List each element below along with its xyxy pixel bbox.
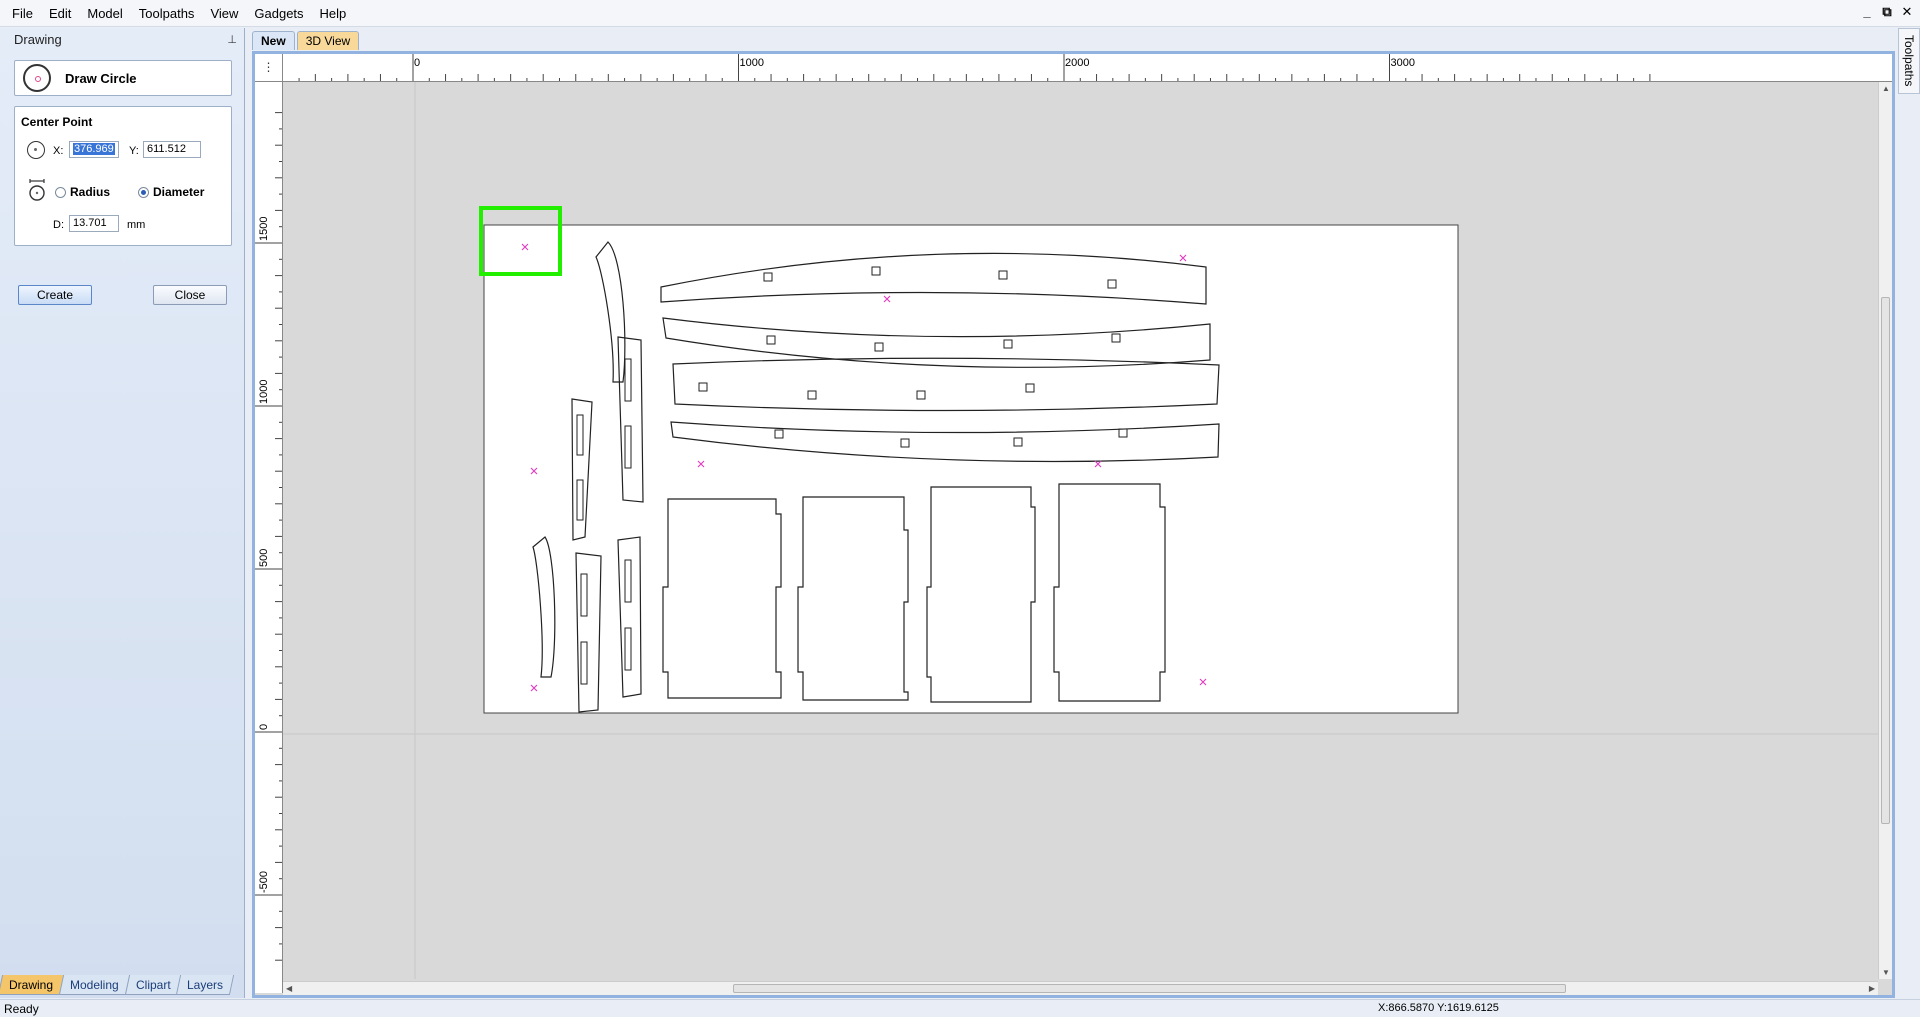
tab-drawing[interactable]: Drawing — [0, 975, 65, 995]
close-window-icon[interactable]: ✕ — [1900, 4, 1914, 20]
diameter-input[interactable]: 13.701 — [69, 215, 119, 232]
ruler-label: 0 — [414, 57, 420, 69]
tab-new[interactable]: New — [252, 31, 295, 50]
tool-title: Draw Circle — [65, 70, 137, 86]
toolpaths-side-tab[interactable]: Toolpaths — [1898, 28, 1920, 94]
drawing-panel: Drawing ⊥ Draw Circle Center Point X: 37… — [0, 28, 245, 998]
unit-label: mm — [127, 219, 146, 231]
horizontal-scroll-thumb[interactable] — [733, 984, 1566, 993]
vertical-scrollbar[interactable]: ▲ ▼ — [1878, 82, 1892, 979]
y-input[interactable]: 611.512 — [143, 141, 201, 158]
ruler-label: 500 — [258, 549, 270, 567]
document-tabs: New 3D View — [252, 31, 360, 51]
x-label: X: — [53, 145, 64, 157]
ruler-label: 2000 — [1065, 57, 1089, 69]
close-button[interactable]: Close — [153, 285, 227, 305]
design-canvas[interactable] — [283, 82, 1878, 979]
menu-edit[interactable]: Edit — [41, 0, 79, 27]
diameter-radio[interactable] — [138, 187, 149, 198]
menu-bar: File Edit Model Toolpaths View Gadgets H… — [0, 0, 1920, 27]
panel-title: Drawing — [14, 31, 62, 47]
cursor-coordinates: X:866.5870 Y:1619.6125 — [1378, 1002, 1499, 1014]
radius-diameter-icon — [29, 179, 45, 201]
ruler-label: 1500 — [258, 217, 270, 241]
tab-layers-label: Layers — [187, 978, 224, 992]
vertical-scroll-thumb[interactable] — [1881, 297, 1890, 824]
pin-icon[interactable]: ⊥ — [227, 33, 237, 46]
restore-icon[interactable]: ⧉ — [1880, 4, 1894, 20]
scroll-up-icon[interactable]: ▲ — [1882, 84, 1890, 93]
radius-radio[interactable] — [55, 187, 66, 198]
tab-3d-view[interactable]: 3D View — [296, 31, 360, 50]
vertical-ruler: 1500 1000 500 0 -500 — [255, 82, 283, 993]
tab-modeling[interactable]: Modeling — [58, 975, 130, 995]
tab-clipart-label: Clipart — [135, 978, 171, 992]
minimize-icon[interactable]: _ — [1860, 4, 1874, 20]
ruler-corner[interactable]: ⋮ — [255, 54, 283, 82]
menu-gadgets[interactable]: Gadgets — [246, 0, 311, 27]
menu-file[interactable]: File — [0, 0, 41, 27]
status-bar: Ready X:866.5870 Y:1619.6125 — [0, 999, 1920, 1017]
design-viewport[interactable]: ⋮ 0 1000 2000 3000 1500 1000 500 0 -500 — [252, 51, 1895, 998]
ruler-label: 1000 — [258, 380, 270, 404]
menu-model[interactable]: Model — [79, 0, 130, 27]
scroll-left-icon[interactable]: ◀ — [286, 984, 292, 993]
ruler-label: 3000 — [1391, 57, 1415, 69]
scroll-down-icon[interactable]: ▼ — [1882, 968, 1890, 977]
create-button[interactable]: Create — [18, 285, 92, 305]
ruler-label: 1000 — [740, 57, 764, 69]
center-point-title: Center Point — [21, 115, 93, 129]
center-point-icon — [27, 141, 45, 159]
radius-label: Radius — [70, 185, 111, 199]
horizontal-ruler: 0 1000 2000 3000 — [283, 54, 1892, 82]
ruler-label: 0 — [258, 724, 270, 730]
ruler-label: -500 — [258, 871, 270, 893]
diameter-label: Diameter — [153, 185, 205, 199]
center-point-group: Center Point X: 376.969 Y: 611.512 Radiu… — [14, 106, 232, 246]
window-controls: _ ⧉ ✕ — [1860, 4, 1914, 20]
x-value: 376.969 — [73, 143, 115, 155]
tab-clipart[interactable]: Clipart — [124, 975, 182, 995]
tab-layers[interactable]: Layers — [176, 975, 235, 995]
material-sheet — [483, 224, 1459, 714]
menu-toolpaths[interactable]: Toolpaths — [131, 0, 203, 27]
draw-circle-header: Draw Circle — [14, 60, 232, 96]
menu-view[interactable]: View — [202, 0, 246, 27]
x-input[interactable]: 376.969 — [69, 141, 119, 158]
scroll-right-icon[interactable]: ▶ — [1869, 984, 1875, 993]
y-label: Y: — [129, 145, 139, 157]
panel-header: Drawing ⊥ — [0, 28, 245, 50]
d-label: D: — [53, 219, 64, 231]
horizontal-scrollbar[interactable]: ◀ ▶ — [283, 981, 1878, 995]
bottom-tabs: Drawing Modeling Clipart Layers — [0, 975, 235, 995]
menu-help[interactable]: Help — [312, 0, 355, 27]
tab-drawing-label: Drawing — [9, 978, 54, 992]
circle-tool-icon — [23, 64, 51, 92]
status-text: Ready — [4, 1002, 39, 1016]
tab-modeling-label: Modeling — [70, 978, 119, 992]
